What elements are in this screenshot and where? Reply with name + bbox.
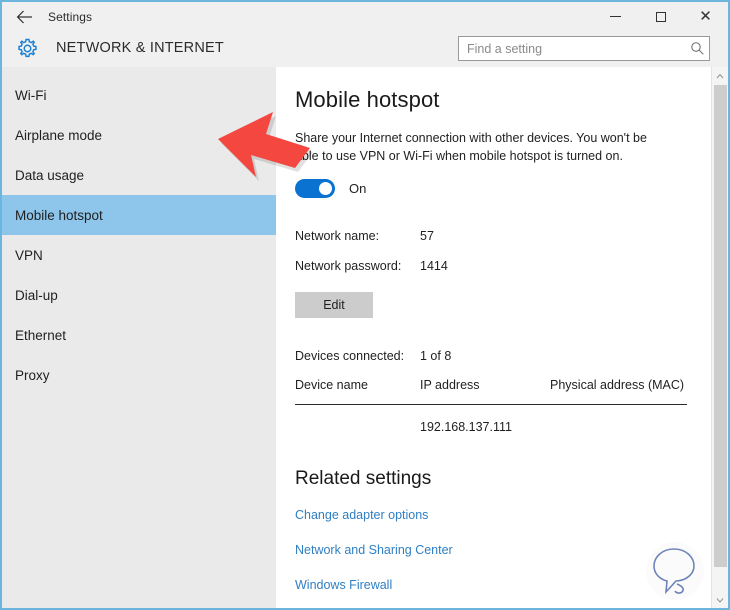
section-heading: Mobile hotspot	[295, 87, 440, 112]
sidebar-item-airplane-mode[interactable]: Airplane mode	[2, 115, 276, 155]
close-button[interactable]: ✕	[683, 2, 728, 31]
devices-count-value: 1 of 8	[420, 349, 452, 363]
sidebar-item-data-usage[interactable]: Data usage	[2, 155, 276, 195]
section-description: Share your Internet connection with othe…	[295, 131, 647, 163]
toggle-state-label: On	[349, 181, 367, 196]
sidebar-item-label: Proxy	[15, 367, 50, 383]
hotspot-toggle[interactable]	[295, 179, 335, 198]
devices-table-header: Device name IP address Physical address …	[295, 377, 687, 394]
toggle-knob	[319, 182, 332, 195]
cell-device-name	[295, 420, 420, 434]
network-password-row: Network password: 1414	[295, 259, 728, 273]
maximize-icon	[655, 11, 666, 22]
sidebar-item-vpn[interactable]: VPN	[2, 235, 276, 275]
cell-ip-address: 192.168.137.111	[420, 420, 512, 434]
related-settings-heading: Related settings	[295, 468, 432, 489]
sidebar-item-label: Airplane mode	[15, 127, 103, 143]
network-details: Network name: 57 Network password: 1414 …	[295, 229, 728, 318]
network-password-value: 1414	[420, 259, 448, 273]
scroll-down-button[interactable]	[712, 591, 728, 608]
column-header-device-name: Device name	[295, 378, 368, 392]
window-title: Settings	[48, 9, 93, 24]
maximize-button[interactable]	[638, 2, 683, 31]
devices-count-label: Devices connected:	[295, 349, 405, 363]
table-divider	[295, 404, 687, 405]
settings-header: NETWORK & INTERNET	[2, 31, 728, 67]
sidebar-item-label: Data usage	[15, 167, 85, 183]
minimize-icon	[610, 16, 621, 17]
sidebar-item-label: Wi-Fi	[15, 87, 47, 103]
sidebar-item-ethernet[interactable]: Ethernet	[2, 315, 276, 355]
settings-window: Settings ✕ NETWORK & INTERNET Find a set…	[0, 0, 730, 610]
network-password-label: Network password:	[295, 259, 402, 273]
sidebar-item-proxy[interactable]: Proxy	[2, 355, 276, 395]
devices-table: Device name IP address Physical address …	[295, 377, 687, 434]
search-box[interactable]	[458, 36, 710, 61]
sidebar-item-label: Mobile hotspot	[15, 207, 103, 223]
title-bar: Settings ✕	[2, 2, 728, 31]
column-header-ip-address: IP address	[420, 378, 480, 392]
network-name-row: Network name: 57	[295, 229, 728, 243]
settings-body: Wi-Fi Airplane mode Data usage Mobile ho…	[2, 67, 728, 608]
back-button[interactable]	[2, 2, 48, 31]
search-input[interactable]	[459, 37, 685, 60]
sidebar-item-label: Dial-up	[15, 287, 58, 303]
minimize-button[interactable]	[593, 2, 638, 31]
sidebar-item-mobile-hotspot[interactable]: Mobile hotspot	[2, 195, 276, 235]
scroll-up-button[interactable]	[712, 67, 728, 84]
table-row: 192.168.137.111	[295, 420, 687, 434]
network-name-label: Network name:	[295, 229, 380, 243]
network-name-value: 57	[420, 229, 434, 243]
edit-button[interactable]: Edit	[295, 292, 373, 318]
sidebar-item-dial-up[interactable]: Dial-up	[2, 275, 276, 315]
hotspot-toggle-row: On	[295, 179, 728, 198]
devices-connected-section: Devices connected: 1 of 8 Device name IP…	[295, 349, 728, 434]
content-pane: Mobile hotspot Share your Internet conne…	[276, 67, 728, 608]
devices-count-row: Devices connected: 1 of 8	[295, 349, 728, 363]
window-controls: ✕	[593, 2, 728, 31]
link-change-adapter-options[interactable]: Change adapter options	[295, 508, 728, 522]
cell-mac	[550, 420, 687, 434]
sidebar: Wi-Fi Airplane mode Data usage Mobile ho…	[2, 67, 276, 608]
column-header-mac: Physical address (MAC)	[550, 378, 685, 392]
search-icon[interactable]	[685, 41, 709, 56]
sidebar-item-wi-fi[interactable]: Wi-Fi	[2, 75, 276, 115]
vertical-scrollbar[interactable]	[711, 67, 728, 608]
sidebar-item-label: Ethernet	[15, 327, 67, 343]
scrollbar-thumb[interactable]	[714, 85, 727, 567]
page-title: NETWORK & INTERNET	[56, 40, 224, 56]
close-icon: ✕	[699, 7, 712, 25]
sidebar-item-label: VPN	[15, 247, 43, 263]
feedback-bubble-icon[interactable]	[644, 540, 706, 602]
gear-icon	[10, 30, 44, 66]
